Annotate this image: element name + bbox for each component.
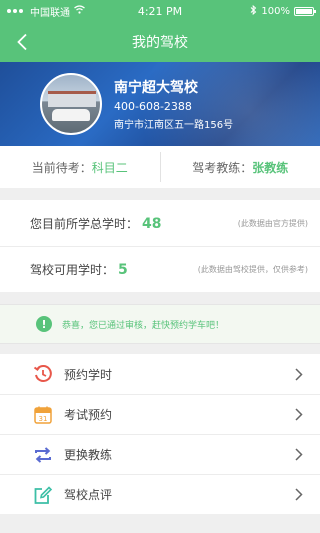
- available-hours-row: 驾校可用学时： 5 (此数据由驾校提供，仅供参考): [0, 246, 320, 292]
- calendar-icon: 31: [32, 404, 54, 426]
- menu-list: 预约学时 31 考试预约 更换教练 驾校点评: [0, 354, 320, 514]
- battery-icon: [294, 6, 316, 16]
- status-bar: 中国联通 4:21 PM 100%: [0, 0, 320, 22]
- battery-percent: 100%: [261, 5, 290, 17]
- back-button[interactable]: [8, 28, 36, 56]
- menu-item-change-coach[interactable]: 更换教练: [0, 434, 320, 474]
- menu-label: 考试预约: [64, 408, 113, 422]
- menu-item-school-review[interactable]: 驾校点评: [0, 474, 320, 514]
- building-image: [48, 91, 96, 107]
- review-icon: [32, 484, 54, 506]
- current-exam-value: 科目二: [91, 160, 128, 175]
- current-exam-label: 当前待考：: [31, 160, 92, 175]
- school-avatar: [40, 73, 102, 135]
- page-title: 我的驾校: [132, 35, 188, 51]
- menu-item-book-lesson[interactable]: 预约学时: [0, 354, 320, 394]
- total-hours-row: 您目前所学总学时： 48 (此数据由官方提供): [0, 200, 320, 246]
- current-exam: 当前待考：科目二: [0, 159, 160, 176]
- available-hours-value: 5: [118, 262, 128, 278]
- available-hours-note: (此数据由驾校提供，仅供参考): [197, 265, 308, 274]
- total-hours-note: (此数据由官方提供): [237, 218, 308, 228]
- chevron-left-icon: [17, 33, 27, 51]
- menu-label: 预约学时: [64, 367, 113, 382]
- notice-banner: ! 恭喜，您已通过审核，赶快预约学车吧！: [0, 304, 320, 344]
- chevron-right-icon: [294, 408, 304, 422]
- available-hours-label: 驾校可用学时：: [30, 263, 115, 277]
- coach-value: 张教练: [252, 160, 289, 175]
- total-hours-label: 您目前所学总学时：: [30, 216, 139, 231]
- total-hours-value: 48: [142, 215, 162, 232]
- calendar-day: 31: [39, 415, 48, 423]
- notice-text: 恭喜，您已通过审核，赶快预约学车吧！: [62, 320, 225, 331]
- exam-info-row: 当前待考：科目二 驾考教练：张教练: [0, 146, 320, 188]
- hours-card: 您目前所学总学时： 48 (此数据由官方提供) 驾校可用学时： 5 (此数据由驾校提…: [0, 200, 320, 292]
- coach-info: 驾考教练：张教练: [161, 159, 320, 176]
- clock-icon: [32, 363, 54, 385]
- chevron-right-icon: [294, 448, 304, 462]
- bluetooth-icon: [250, 4, 257, 18]
- carrier-label: 中国联通: [30, 7, 70, 19]
- menu-label: 驾校点评: [64, 488, 113, 502]
- swap-icon: [32, 444, 54, 466]
- menu-item-exam-booking[interactable]: 31 考试预约: [0, 394, 320, 434]
- chevron-right-icon: [294, 367, 304, 381]
- wifi-icon: [74, 5, 85, 17]
- school-banner: 南宁超大驾校 400-608-2388 南宁市江南区五一路156号: [0, 62, 320, 146]
- coach-label: 驾考教练：: [192, 160, 253, 175]
- signal-icon: [6, 6, 26, 17]
- menu-label: 更换教练: [64, 448, 113, 462]
- nav-bar: 我的驾校: [0, 22, 320, 62]
- chevron-right-icon: [294, 488, 304, 502]
- exclamation-icon: !: [36, 316, 52, 332]
- car-image: [52, 109, 90, 121]
- banner-glow: [140, 62, 320, 146]
